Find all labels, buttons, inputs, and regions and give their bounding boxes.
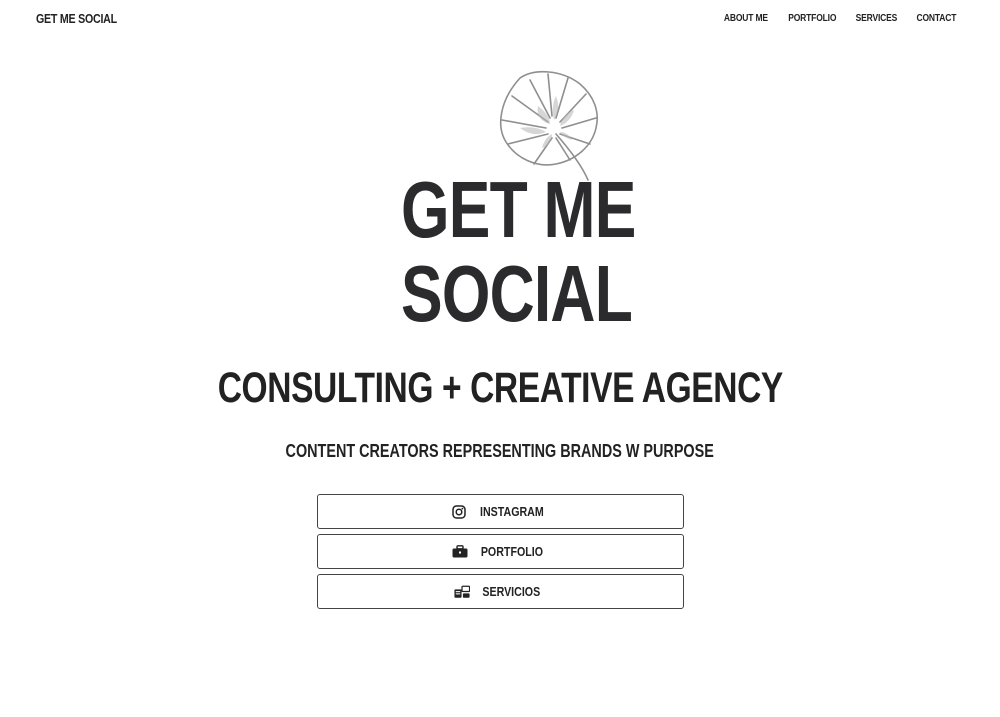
- nav-services[interactable]: SERVICES: [856, 13, 898, 24]
- logo-line-1: GET ME: [401, 165, 636, 254]
- headline-text: CONSULTING + CREATIVE AGENCY: [217, 364, 783, 412]
- page: GET ME SOCIAL ABOUT ME PORTFOLIO SERVICE…: [0, 0, 1000, 717]
- briefcase-icon: [452, 544, 468, 560]
- main-nav: ABOUT ME PORTFOLIO SERVICES CONTACT: [720, 13, 960, 24]
- nav-contact[interactable]: CONTACT: [917, 13, 957, 24]
- instagram-button-label: INSTAGRAM: [479, 504, 544, 519]
- portfolio-button-label: PORTFOLIO: [480, 544, 543, 559]
- hero-tagline: CONTENT CREATORS REPRESENTING BRANDS W P…: [0, 441, 1000, 462]
- instagram-icon: [451, 504, 467, 520]
- tagline-text: CONTENT CREATORS REPRESENTING BRANDS W P…: [285, 441, 715, 461]
- services-icon: [454, 584, 471, 600]
- portfolio-button[interactable]: PORTFOLIO: [317, 534, 684, 569]
- servicios-button-label: SERVICIOS: [482, 584, 541, 599]
- nav-portfolio[interactable]: PORTFOLIO: [788, 13, 836, 24]
- hero-logo-text: GET ME SOCIAL: [401, 165, 636, 338]
- servicios-button[interactable]: SERVICIOS: [317, 574, 684, 609]
- instagram-button[interactable]: INSTAGRAM: [317, 494, 684, 529]
- hero-headline: CONSULTING + CREATIVE AGENCY: [0, 364, 1000, 413]
- brand-link[interactable]: GET ME SOCIAL: [36, 11, 117, 26]
- nav-about-me[interactable]: ABOUT ME: [724, 13, 768, 24]
- link-buttons: INSTAGRAM PORTFOLIO SERVICIOS: [317, 494, 684, 614]
- logo-line-2: SOCIAL: [401, 249, 633, 338]
- top-bar: GET ME SOCIAL ABOUT ME PORTFOLIO SERVICE…: [0, 0, 1000, 40]
